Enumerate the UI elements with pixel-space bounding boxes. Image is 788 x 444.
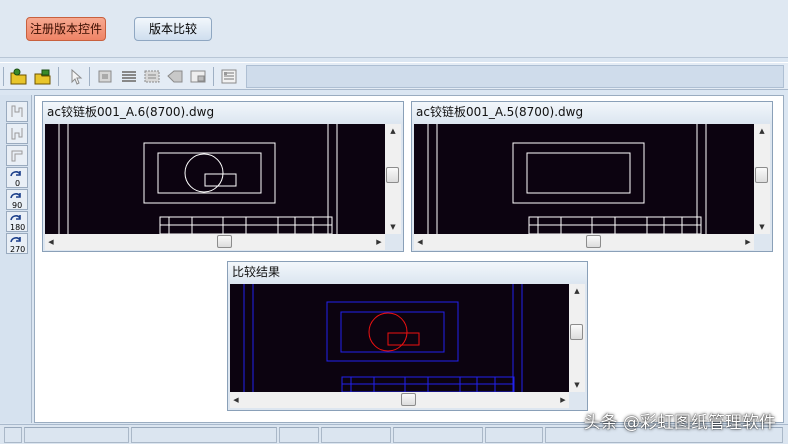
status-cell	[485, 427, 543, 443]
watermark-text: 头条 @彩虹图纸管理软件	[583, 413, 776, 433]
rectangle-icon[interactable]	[94, 66, 116, 87]
scroll-right-icon[interactable]: ▶	[375, 238, 383, 246]
horizontal-scrollbar[interactable]: ◀ ▶	[45, 234, 385, 250]
toolbar-separator	[213, 67, 214, 86]
save-icon[interactable]	[32, 66, 54, 87]
rotate-180-icon[interactable]: 180	[6, 211, 28, 232]
horizontal-scrollbar[interactable]: ◀ ▶	[414, 234, 754, 250]
properties-icon[interactable]	[218, 66, 240, 87]
dimension-icon[interactable]	[141, 66, 163, 87]
workspace: ac铰链板001_A.6(8700).dwg ▲ ▼ ◀ ▶ ac铰链板001_…	[34, 95, 784, 423]
scroll-down-icon[interactable]: ▼	[754, 223, 770, 231]
scroll-left-icon[interactable]: ◀	[47, 238, 55, 246]
align-icon-3[interactable]	[6, 145, 28, 166]
status-cell	[24, 427, 129, 443]
select-icon[interactable]	[64, 66, 86, 87]
shape-icon[interactable]	[164, 66, 186, 87]
horizontal-scrollbar[interactable]: ◀ ▶	[230, 392, 569, 408]
layers-icon[interactable]	[118, 66, 140, 87]
toolbar-separator	[58, 67, 59, 86]
drawing-canvas[interactable]	[45, 124, 385, 234]
status-cell	[321, 427, 391, 443]
status-cell	[279, 427, 319, 443]
scroll-thumb[interactable]	[586, 235, 601, 248]
register-version-control-button[interactable]: 注册版本控件	[26, 17, 106, 41]
left-toolbar: 0 90 180 270	[0, 95, 32, 423]
scroll-thumb[interactable]	[401, 393, 416, 406]
rotate-270-label: 270	[10, 245, 25, 253]
top-panel: 注册版本控件 版本比较	[0, 0, 788, 58]
open-icon[interactable]	[8, 66, 30, 87]
vertical-scrollbar[interactable]: ▲ ▼	[385, 124, 401, 234]
window-title: 比较结果	[228, 262, 587, 282]
scroll-thumb[interactable]	[217, 235, 232, 248]
toolbar-separator	[89, 67, 90, 86]
scroll-right-icon[interactable]: ▶	[744, 238, 752, 246]
toolbar-empty-area	[246, 65, 784, 88]
status-cell	[4, 427, 22, 443]
rotate-270-icon[interactable]: 270	[6, 233, 28, 254]
scroll-thumb[interactable]	[570, 324, 583, 340]
scroll-up-icon[interactable]: ▲	[385, 127, 401, 135]
drawing-window-right[interactable]: ac铰链板001_A.5(8700).dwg ▲ ▼ ◀ ▶	[411, 101, 773, 252]
rotate-90-label: 90	[12, 201, 22, 209]
rotate-0-label: 0	[15, 179, 20, 187]
status-cell	[131, 427, 277, 443]
frame-icon[interactable]	[187, 66, 209, 87]
scroll-right-icon[interactable]: ▶	[559, 396, 567, 404]
scroll-down-icon[interactable]: ▼	[569, 381, 585, 389]
rotate-90-icon[interactable]: 90	[6, 189, 28, 210]
rotate-180-label: 180	[10, 223, 25, 231]
scroll-left-icon[interactable]: ◀	[232, 396, 240, 404]
vertical-scrollbar[interactable]: ▲ ▼	[569, 284, 585, 392]
toolbar	[0, 62, 788, 90]
vertical-scrollbar[interactable]: ▲ ▼	[754, 124, 770, 234]
scroll-down-icon[interactable]: ▼	[385, 223, 401, 231]
scroll-thumb[interactable]	[755, 167, 768, 183]
scroll-thumb[interactable]	[386, 167, 399, 183]
drawing-canvas[interactable]	[414, 124, 754, 234]
window-title: ac铰链板001_A.6(8700).dwg	[43, 102, 403, 122]
rotate-0-icon[interactable]: 0	[6, 167, 28, 188]
scroll-up-icon[interactable]: ▲	[754, 127, 770, 135]
scroll-up-icon[interactable]: ▲	[569, 287, 585, 295]
scroll-left-icon[interactable]: ◀	[416, 238, 424, 246]
align-icon-2[interactable]	[6, 123, 28, 144]
align-icon-1[interactable]	[6, 101, 28, 122]
toolbar-grip	[3, 67, 4, 86]
window-title: ac铰链板001_A.5(8700).dwg	[412, 102, 772, 122]
compare-result-window[interactable]: 比较结果 ▲ ▼ ◀ ▶	[227, 261, 588, 411]
drawing-window-left[interactable]: ac铰链板001_A.6(8700).dwg ▲ ▼ ◀ ▶	[42, 101, 404, 252]
version-compare-button[interactable]: 版本比较	[134, 17, 212, 41]
result-canvas[interactable]	[230, 284, 569, 392]
status-cell	[393, 427, 483, 443]
